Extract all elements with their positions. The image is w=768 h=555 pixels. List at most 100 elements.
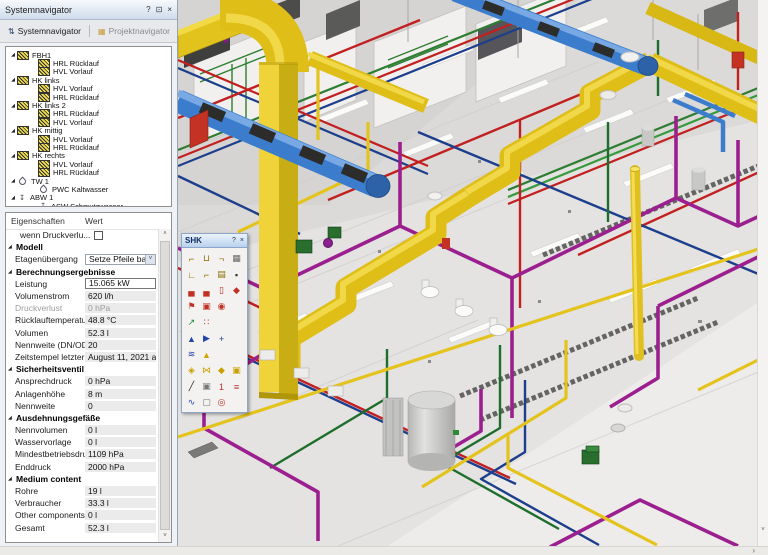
property-value[interactable]: 0 l [85, 425, 156, 435]
drain-fitting-icon[interactable]: ▪ [229, 267, 244, 282]
property-label: Volumen [6, 328, 85, 338]
copy-icon[interactable]: ▣ [199, 379, 214, 394]
horizontal-scrollbar[interactable]: › [0, 546, 768, 555]
expand-toggle-icon[interactable]: ◢ [9, 103, 17, 109]
expand-toggle-icon[interactable]: ◢ [9, 52, 17, 58]
pin-icon[interactable]: ⊡ [156, 5, 163, 14]
application-window: Systemnavigator ? ⊡ × ⇅Systemnavigator ▦P… [0, 0, 768, 555]
property-value[interactable]: 0 hPa [85, 376, 156, 386]
fitting-cross-icon[interactable]: + [214, 331, 229, 346]
property-label: Ansprechdruck [6, 376, 85, 386]
cistern-icon[interactable]: ▤ [214, 267, 229, 282]
property-value[interactable]: 0 [85, 401, 156, 411]
expand-toggle-icon[interactable]: ◢ [6, 269, 16, 275]
tree-item[interactable]: ↧ASW Schmutzwasser [6, 202, 171, 207]
shower-icon[interactable]: ▦ [229, 251, 244, 266]
flow-direction-icon[interactable]: ▶ [199, 331, 214, 346]
property-value[interactable]: 620 l/h [85, 291, 156, 301]
tab-systemnavigator[interactable]: ⇅Systemnavigator [4, 24, 85, 38]
sink-icon[interactable]: ¬ [214, 251, 229, 266]
slope-icon[interactable]: ▲ [199, 347, 214, 362]
radiator-icon[interactable]: ▄ [184, 283, 199, 298]
waste-connection-icon[interactable]: ≋ [184, 347, 199, 362]
property-value[interactable]: 0 hPa [85, 303, 156, 313]
flag-icon[interactable]: ⚑ [184, 299, 199, 314]
shk-toolbar-row: ⚑▣◉ [184, 299, 245, 315]
property-value[interactable]: 0 l [85, 437, 156, 447]
property-value[interactable]: 33.3 l [85, 498, 156, 508]
manifold-icon[interactable]: ▣ [199, 299, 214, 314]
tree-item[interactable]: HVL Vorlauf [6, 68, 171, 76]
urinal-icon[interactable]: ⌐ [199, 267, 214, 282]
scroll-down-icon[interactable]: ˅ [758, 525, 768, 536]
analysis-icon[interactable]: ∿ [184, 395, 199, 410]
check-valve-icon[interactable]: ◆ [214, 363, 229, 378]
tab-projektnavigator[interactable]: ▦Projektnavigator [94, 24, 174, 38]
property-value[interactable]: 1109 hPa [85, 449, 156, 459]
property-value[interactable]: 48.8 °C [85, 315, 156, 325]
viewport-vertical-scrollbar[interactable]: ˅ [757, 0, 768, 546]
property-row: wenn Druckverlu... [6, 229, 158, 241]
property-dropdown[interactable]: Setze Pfeile basierend der F˅ [85, 254, 156, 265]
shk-titlebar[interactable]: SHK ? × [182, 234, 247, 248]
property-value[interactable]: 52.3 l [85, 523, 156, 533]
expand-toggle-icon[interactable]: ◢ [6, 476, 16, 482]
dimension-icon[interactable]: ≡ [229, 379, 244, 394]
dropdown-arrow-icon[interactable]: ˅ [145, 255, 155, 264]
scroll-right-icon[interactable]: › [752, 546, 755, 555]
bathtub-icon[interactable]: ⊔ [199, 251, 214, 266]
heater-icon[interactable]: ◆ [229, 283, 244, 298]
property-row: EtagenübergangSetze Pfeile basierend der… [6, 253, 158, 265]
checkbox[interactable] [94, 231, 103, 240]
section-label: Berechnungsergebnisse [16, 267, 115, 277]
radiator-icon [17, 151, 29, 160]
close-button[interactable]: × [167, 5, 172, 14]
properties-scrollbar[interactable]: ˄ ˅ [158, 229, 171, 542]
scroll-up-icon[interactable]: ˄ [159, 229, 171, 240]
valve-icon[interactable]: ◈ [184, 363, 199, 378]
measure-icon[interactable]: ╱ [184, 379, 199, 394]
shk-close-button[interactable]: × [240, 237, 244, 244]
property-label: Nennweite (DN/OD) [6, 340, 85, 350]
expand-toggle-icon[interactable]: ◢ [6, 366, 16, 372]
property-value[interactable]: 15.065 kW [85, 278, 156, 289]
numbering-icon[interactable]: 1 [214, 379, 229, 394]
flow-arrow-icon[interactable]: ↗ [184, 315, 199, 330]
help-button[interactable]: ? [146, 5, 150, 14]
tree-item[interactable]: HVL Vorlauf [6, 118, 171, 126]
scrollbar-thumb[interactable] [160, 241, 170, 530]
shk-help-button[interactable]: ? [232, 237, 236, 244]
hydrant-icon[interactable]: ▲ [184, 331, 199, 346]
expand-toggle-icon[interactable]: ◢ [9, 195, 17, 201]
inspection-icon[interactable]: ◎ [214, 395, 229, 410]
property-value[interactable]: 8 m [85, 389, 156, 399]
expand-toggle-icon[interactable]: ◢ [9, 153, 17, 159]
expand-toggle-icon[interactable]: ◢ [9, 128, 17, 134]
radiator-compact-icon[interactable]: ▄ [199, 283, 214, 298]
washbasin-icon[interactable]: ⌐ [184, 251, 199, 266]
property-value[interactable]: August 11, 2021 at 8:29 PM [85, 352, 156, 362]
expand-toggle-icon[interactable]: ◢ [6, 415, 16, 421]
tree-item[interactable]: HRL Rücklauf [6, 93, 171, 101]
box-icon[interactable]: ▢ [199, 395, 214, 410]
gate-valve-icon[interactable]: ⋈ [199, 363, 214, 378]
3d-viewport[interactable]: ˅ [178, 0, 768, 546]
tree-item[interactable]: HRL Rücklauf [6, 143, 171, 151]
panel-titlebar[interactable]: Systemnavigator ? ⊡ × [0, 0, 177, 20]
wc-icon[interactable]: ∟ [184, 267, 199, 282]
expand-toggle-icon[interactable]: ◢ [6, 244, 16, 250]
projektnavigator-icon: ▦ [98, 27, 106, 36]
property-value[interactable]: 19 l [85, 486, 156, 496]
expand-toggle-icon[interactable]: ◢ [9, 77, 17, 83]
expand-toggle-icon[interactable]: ◢ [9, 178, 17, 184]
property-value[interactable]: 2000 hPa [85, 462, 156, 472]
safety-valve-icon[interactable]: ▣ [229, 363, 244, 378]
connection-icon[interactable]: ∷ [199, 315, 214, 330]
property-section: ◢Berechnungsergebnisse [6, 266, 158, 278]
pump-icon[interactable]: ◉ [214, 299, 229, 314]
property-value[interactable]: 20 [85, 340, 156, 350]
boiler-icon[interactable]: ▯ [214, 283, 229, 298]
property-value[interactable]: 52.3 l [85, 328, 156, 338]
scroll-down-icon[interactable]: ˅ [159, 531, 171, 542]
property-value[interactable]: 0 l [85, 510, 156, 520]
